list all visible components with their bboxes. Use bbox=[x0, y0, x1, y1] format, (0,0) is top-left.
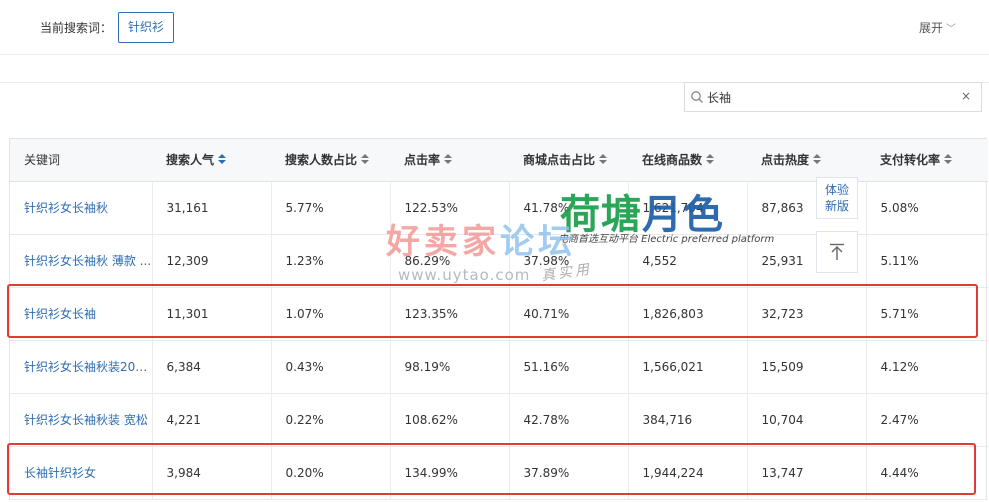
column-header-label: 搜索人气 bbox=[166, 153, 215, 168]
search-term-tag[interactable]: 针织衫 bbox=[118, 12, 175, 43]
try-new-version-button[interactable]: 体验 新版 bbox=[816, 177, 858, 219]
column-header-label: 点击率 bbox=[404, 153, 441, 168]
table-cell: 4,552 bbox=[627, 234, 747, 288]
column-header-label: 商城点击占比 bbox=[523, 153, 596, 168]
section-divider bbox=[0, 56, 989, 83]
keyword-cell: 针织衫女长袖秋装201... bbox=[10, 340, 152, 394]
chevron-down-icon: ﹀ bbox=[946, 24, 957, 35]
table-row: 针织衫女长袖秋装201... 6,384 0.43% 98.19% 51.16% 1,56… bbox=[10, 340, 988, 394]
table-cell: 15,509 bbox=[746, 340, 866, 394]
table-cell: 1,566,021 bbox=[627, 340, 747, 394]
current-search-bar: 当前搜索词： 针织衫 展开 ﹀ bbox=[0, 0, 989, 55]
table-cell: 6,384 bbox=[151, 340, 271, 394]
table-cell: 4.12% bbox=[865, 340, 988, 394]
back-to-top-button[interactable] bbox=[816, 231, 858, 273]
table-header-row: 关键词 搜索人气 搜索人数占比 点击率 商城点击占比 在线商品数 点击热度 支付转化率 bbox=[10, 139, 988, 182]
table-cell: 122.53% bbox=[389, 181, 509, 235]
column-header-4[interactable]: 商城点击占比 bbox=[509, 139, 628, 182]
column-header-label: 在线商品数 bbox=[642, 153, 703, 168]
arrow-up-icon bbox=[830, 243, 844, 260]
clear-filter-icon[interactable]: × bbox=[961, 89, 971, 103]
highlight-box-row-6 bbox=[7, 443, 976, 495]
table-cell: 0.22% bbox=[270, 393, 390, 447]
try-new-line1: 体验 bbox=[824, 183, 849, 197]
column-header-1[interactable]: 搜索人气 bbox=[152, 139, 271, 182]
table-cell: 384,716 bbox=[627, 393, 747, 447]
table-cell: 4,221 bbox=[151, 393, 271, 447]
keyword-filter[interactable]: × bbox=[684, 82, 982, 112]
table-cell: 1,621,704 bbox=[627, 181, 747, 235]
table-cell: 0.43% bbox=[270, 340, 390, 394]
keyword-cell: 针织衫女长袖秋装 宽松 bbox=[10, 393, 152, 447]
table-cell: 2.47% bbox=[865, 393, 988, 447]
keyword-link[interactable]: 针织衫女长袖秋装 宽松 bbox=[24, 411, 152, 428]
sort-icon[interactable] bbox=[599, 154, 608, 166]
table-cell: 108.62% bbox=[389, 393, 509, 447]
column-header-2[interactable]: 搜索人数占比 bbox=[271, 139, 390, 182]
sort-icon[interactable] bbox=[361, 154, 370, 166]
column-header-label: 关键词 bbox=[24, 153, 61, 168]
sort-icon[interactable] bbox=[444, 154, 453, 166]
current-search-label: 当前搜索词： bbox=[40, 21, 113, 35]
sort-icon[interactable] bbox=[813, 154, 822, 166]
keyword-cell: 针织衫女长袖秋 bbox=[10, 181, 152, 235]
sort-icon[interactable] bbox=[218, 154, 227, 166]
table-cell: 5.77% bbox=[270, 181, 390, 235]
keyword-link[interactable]: 针织衫女长袖秋装201... bbox=[24, 358, 152, 375]
column-header-3[interactable]: 点击率 bbox=[390, 139, 509, 182]
column-header-7[interactable]: 支付转化率 bbox=[866, 139, 988, 182]
table-cell: 31,161 bbox=[151, 181, 271, 235]
table-cell: 1.23% bbox=[270, 234, 390, 288]
table-cell: 41.78% bbox=[508, 181, 628, 235]
keyword-link[interactable]: 针织衫女长袖秋 薄款 ... bbox=[24, 252, 152, 269]
table-cell: 42.78% bbox=[508, 393, 628, 447]
sort-icon[interactable] bbox=[944, 154, 953, 166]
table-cell: 98.19% bbox=[389, 340, 509, 394]
column-header-label: 搜索人数占比 bbox=[285, 153, 358, 168]
expand-label: 展开 bbox=[919, 21, 944, 35]
table-cell: 5.08% bbox=[865, 181, 988, 235]
table-cell: 51.16% bbox=[508, 340, 628, 394]
table-cell: 10,704 bbox=[746, 393, 866, 447]
highlight-box-row-3 bbox=[7, 284, 978, 338]
keyword-filter-input[interactable] bbox=[707, 88, 947, 106]
keyword-cell: 针织衫女长袖秋 薄款 ... bbox=[10, 234, 152, 288]
column-header-label: 点击热度 bbox=[761, 153, 810, 168]
table-row: 针织衫女长袖秋装 宽松 4,221 0.22% 108.62% 42.78% 384,71… bbox=[10, 393, 988, 447]
try-new-line2: 新版 bbox=[824, 199, 849, 213]
column-header-0: 关键词 bbox=[10, 139, 152, 182]
table-cell: 5.11% bbox=[865, 234, 988, 288]
column-header-5[interactable]: 在线商品数 bbox=[628, 139, 747, 182]
sort-icon[interactable] bbox=[706, 154, 715, 166]
column-header-label: 支付转化率 bbox=[880, 153, 941, 168]
column-header-6[interactable]: 点击热度 bbox=[747, 139, 866, 182]
table-cell: 12,309 bbox=[151, 234, 271, 288]
search-icon bbox=[691, 91, 703, 103]
table-cell: 86.29% bbox=[389, 234, 509, 288]
expand-toggle[interactable]: 展开 ﹀ bbox=[919, 19, 956, 36]
table-cell: 37.98% bbox=[508, 234, 628, 288]
keyword-link[interactable]: 针织衫女长袖秋 bbox=[24, 199, 152, 216]
